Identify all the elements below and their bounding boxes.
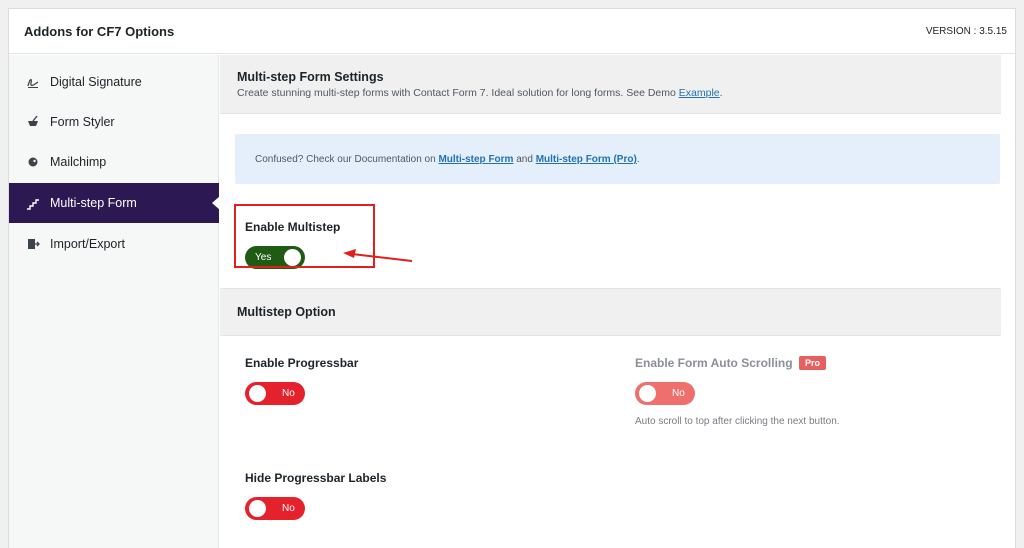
settings-description-end: . xyxy=(719,87,723,99)
sidebar-item-form-styler[interactable]: Form Styler xyxy=(9,102,219,142)
toggle-state-label: Yes xyxy=(255,252,272,263)
sidebar-item-label: Form Styler xyxy=(50,115,115,129)
toggle-state-label: No xyxy=(282,388,295,399)
annotation-arrow xyxy=(343,249,413,262)
sidebar-item-label: Digital Signature xyxy=(50,75,142,89)
notice-text-end: . xyxy=(636,154,640,165)
toggle-knob xyxy=(284,249,301,266)
sidebar: Digital Signature Form Styler Mailchimp … xyxy=(9,55,220,548)
auto-scrolling-toggle[interactable]: No xyxy=(635,382,695,405)
options-panel: Addons for CF7 Options VERSION : 3.5.15 … xyxy=(8,8,1016,548)
auto-scrolling-label: Enable Form Auto Scrolling xyxy=(635,356,793,370)
multistep-option-header: Multistep Option xyxy=(220,288,1001,336)
enable-progressbar-label: Enable Progressbar xyxy=(245,356,359,370)
hide-progressbar-labels-toggle[interactable]: No xyxy=(245,497,305,520)
header-bar: Addons for CF7 Options VERSION : 3.5.15 xyxy=(9,9,1015,54)
settings-description: Create stunning multi-step forms with Co… xyxy=(237,87,723,99)
settings-description-text: Create stunning multi-step forms with Co… xyxy=(237,87,679,99)
notice-text-and: and xyxy=(513,154,536,165)
import-export-icon xyxy=(26,237,40,251)
multistep-form-pro-doc-link[interactable]: Multi-step Form (Pro) xyxy=(536,154,637,165)
example-link[interactable]: Example xyxy=(679,87,720,99)
documentation-notice: Confused? Check our Documentation on Mul… xyxy=(235,134,1000,184)
enable-progressbar-toggle[interactable]: No xyxy=(245,382,305,405)
version-label: VERSION : 3.5.15 xyxy=(925,26,1007,37)
settings-header: Multi-step Form Settings Create stunning… xyxy=(220,55,1001,114)
sidebar-item-label: Import/Export xyxy=(50,237,126,251)
enable-multistep-label: Enable Multistep xyxy=(245,220,341,234)
toggle-state-label: No xyxy=(672,388,685,399)
signature-icon xyxy=(26,75,40,89)
toggle-knob xyxy=(249,500,266,517)
steps-icon xyxy=(26,196,40,210)
toggle-knob xyxy=(249,385,266,402)
multistep-option-title: Multistep Option xyxy=(237,305,336,319)
sidebar-item-label: Multi-step Form xyxy=(50,196,137,210)
sidebar-item-mailchimp[interactable]: Mailchimp xyxy=(9,142,219,182)
main-content: Multi-step Form Settings Create stunning… xyxy=(220,55,1015,548)
sidebar-item-digital-signature[interactable]: Digital Signature xyxy=(9,62,219,102)
toggle-knob xyxy=(639,385,656,402)
page-title: Addons for CF7 Options xyxy=(24,24,175,39)
toggle-state-label: No xyxy=(282,503,295,514)
mailchimp-icon xyxy=(26,155,40,169)
pro-badge: Pro xyxy=(799,356,827,370)
sidebar-item-import-export[interactable]: Import/Export xyxy=(9,224,219,264)
multistep-form-doc-link[interactable]: Multi-step Form xyxy=(438,154,513,165)
sidebar-item-label: Mailchimp xyxy=(50,155,107,169)
enable-multistep-toggle[interactable]: Yes xyxy=(245,246,305,269)
brush-icon xyxy=(26,115,40,129)
notice-text: Confused? Check our Documentation on xyxy=(255,154,439,165)
settings-title: Multi-step Form Settings xyxy=(237,70,384,84)
sidebar-item-multi-step-form[interactable]: Multi-step Form xyxy=(9,183,220,223)
auto-scrolling-help: Auto scroll to top after clicking the ne… xyxy=(635,416,840,427)
hide-progressbar-labels-label: Hide Progressbar Labels xyxy=(245,471,387,485)
